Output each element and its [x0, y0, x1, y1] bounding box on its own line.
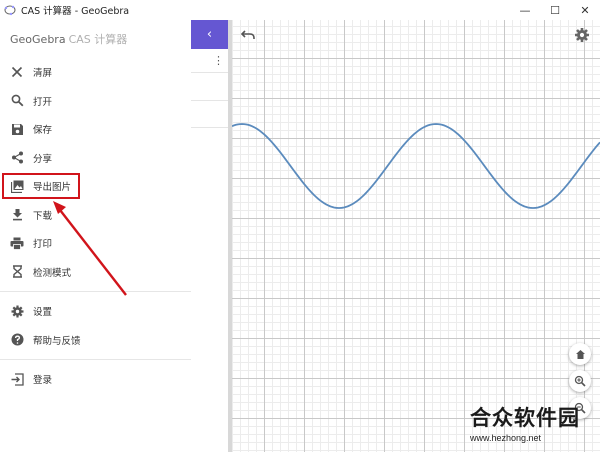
more-options-icon[interactable]: ⋮ — [213, 53, 224, 69]
function-graph — [232, 123, 600, 209]
help-icon — [9, 332, 25, 348]
menu-item-label: 保存 — [33, 125, 53, 137]
menu-item-label: 打开 — [33, 96, 53, 108]
home-view-button[interactable] — [569, 343, 591, 365]
home-icon — [575, 345, 586, 364]
menu-item-share[interactable]: 分享 — [0, 144, 191, 173]
menu-divider — [0, 291, 191, 292]
menu-item-label: 帮助与反馈 — [33, 335, 81, 347]
title-bar: CAS 计算器 - GeoGebra — ☐ ✕ — [0, 0, 600, 20]
menu-header: GeoGebra CAS 计算器 — [0, 20, 191, 58]
chevron-left-icon: ‹ — [206, 27, 213, 42]
menu-item-save[interactable]: 保存 — [0, 115, 191, 144]
menu-item-label: 分享 — [33, 153, 53, 165]
graphics-settings-icon[interactable] — [574, 27, 590, 43]
watermark-logo-text: 合众软件园 — [470, 406, 580, 430]
maximize-button[interactable]: ☐ — [540, 0, 570, 20]
menu-item-clear[interactable]: 清屏 — [0, 58, 191, 87]
input-row-divider — [191, 72, 228, 73]
menu-item-export-image[interactable]: 导出图片 — [0, 172, 191, 201]
brand-app-name: CAS 计算器 — [68, 33, 128, 46]
hourglass-icon — [9, 264, 25, 280]
menu-item-open[interactable]: 打开 — [0, 87, 191, 116]
window-title: CAS 计算器 - GeoGebra — [21, 6, 130, 17]
collapse-panel-button[interactable]: ‹ — [191, 20, 228, 49]
minimize-button[interactable]: — — [510, 0, 540, 20]
brand-name: GeoGebra — [10, 32, 66, 46]
menu-item-label: 下载 — [33, 210, 53, 222]
menu-item-help[interactable]: 帮助与反馈 — [0, 326, 191, 355]
menu-item-download[interactable]: 下载 — [0, 201, 191, 230]
main-menu: GeoGebra CAS 计算器 清屏 打开 保存 分享 导出图片 下载 打印 … — [0, 20, 191, 452]
menu-item-label: 设置 — [33, 307, 53, 319]
highlight-box — [2, 173, 80, 199]
menu-item-label: 打印 — [33, 239, 53, 251]
menu-divider — [0, 359, 191, 360]
close-window-button[interactable]: ✕ — [570, 0, 600, 20]
window-controls: — ☐ ✕ — [510, 0, 600, 20]
sign-in-icon — [9, 371, 25, 387]
print-icon — [9, 235, 25, 251]
menu-item-label: 清屏 — [33, 68, 53, 80]
menu-item-label: 检测模式 — [33, 267, 72, 279]
gear-icon — [9, 303, 25, 319]
save-icon — [9, 121, 25, 137]
menu-item-print[interactable]: 打印 — [0, 229, 191, 258]
sine-curve — [232, 123, 600, 209]
input-row-divider — [191, 100, 228, 101]
undo-icon[interactable] — [240, 27, 256, 43]
menu-item-exam-mode[interactable]: 检测模式 — [0, 258, 191, 287]
zoom-in-icon — [574, 372, 586, 391]
algebra-panel: ‹ ⋮ — [191, 20, 228, 452]
share-icon — [9, 150, 25, 166]
menu-item-sign-in[interactable]: 登录 — [0, 365, 191, 394]
download-icon — [9, 207, 25, 223]
close-icon — [9, 64, 25, 80]
menu-item-settings[interactable]: 设置 — [0, 297, 191, 326]
menu-item-label: 登录 — [33, 375, 53, 387]
watermark: 合众软件园 www.hezhong.net — [470, 402, 600, 452]
search-icon — [9, 93, 25, 109]
zoom-in-button[interactable] — [569, 370, 591, 392]
input-row-divider — [191, 127, 228, 128]
watermark-url: www.hezhong.net — [470, 433, 542, 443]
geogebra-app-icon — [4, 4, 16, 16]
graphics-view[interactable] — [232, 20, 600, 452]
